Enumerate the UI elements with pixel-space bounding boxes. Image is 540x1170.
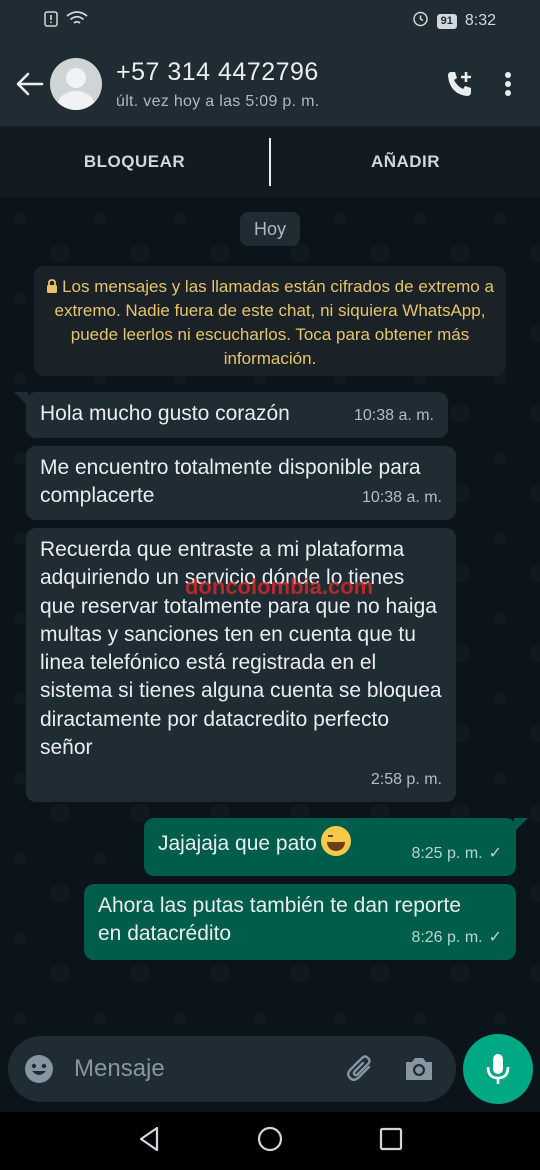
contact-info[interactable]: +57 314 4472796 últ. vez hoy a las 5:09 … xyxy=(116,58,436,111)
status-bar: 91 8:32 xyxy=(0,0,540,42)
nav-back-icon[interactable] xyxy=(137,1126,161,1157)
message-time: 8:25 p. m. ✓ xyxy=(411,844,502,862)
microphone-icon xyxy=(486,1054,510,1084)
emoji-icon[interactable] xyxy=(16,1046,62,1092)
chat-area[interactable]: Hoy Los mensajes y las llamadas están ci… xyxy=(0,198,540,1028)
message-bubble-incoming[interactable]: Me encuentro totalmente disponible para … xyxy=(26,446,456,520)
grinning-sweat-emoji xyxy=(320,826,351,856)
message-bubble-outgoing[interactable]: Jajajaja que pato 8:25 p. m. ✓ xyxy=(144,818,516,876)
back-arrow-icon[interactable] xyxy=(6,60,54,108)
encryption-text: Los mensajes y las llamadas están cifrad… xyxy=(54,277,494,368)
chat-header: +57 314 4472796 últ. vez hoy a las 5:09 … xyxy=(0,42,540,126)
delivered-check-icon: ✓ xyxy=(488,928,502,946)
message-input[interactable]: Mensaje xyxy=(74,1055,338,1083)
block-button[interactable]: BLOQUEAR xyxy=(0,152,269,172)
system-nav-bar xyxy=(0,1112,540,1170)
encryption-notice[interactable]: Los mensajes y las llamadas están cifrad… xyxy=(34,266,506,376)
battery-icon: 91 xyxy=(436,13,457,29)
nav-home-icon[interactable] xyxy=(256,1125,284,1158)
message-time: 8:26 p. m. ✓ xyxy=(411,928,502,946)
add-contact-button[interactable]: AÑADIR xyxy=(271,152,540,172)
bubble-tail xyxy=(514,818,528,832)
message-composer: Mensaje xyxy=(8,1036,456,1102)
alarm-icon xyxy=(412,10,429,32)
add-call-icon[interactable] xyxy=(436,60,484,108)
camera-icon[interactable] xyxy=(396,1046,442,1092)
last-seen: últ. vez hoy a las 5:09 p. m. xyxy=(116,92,320,110)
unknown-contact-actions: BLOQUEAR AÑADIR xyxy=(0,126,540,198)
status-time: 8:32 xyxy=(464,12,496,29)
message-time: 10:38 a. m. xyxy=(361,488,442,506)
avatar[interactable] xyxy=(50,58,102,110)
sim-alert-icon xyxy=(44,10,58,32)
watermark: doncolombia.com xyxy=(185,574,374,599)
message-bubble-outgoing[interactable]: Ahora las putas también te dan reporte e… xyxy=(84,884,516,960)
message-bubble-incoming[interactable]: Recuerda que entraste a mi plataforma ad… xyxy=(26,528,456,802)
contact-title: +57 314 4472796 xyxy=(116,57,319,86)
date-chip: Hoy xyxy=(240,212,300,246)
message-text: Recuerda que entraste a mi plataforma ad… xyxy=(40,538,442,760)
mic-button[interactable] xyxy=(463,1034,533,1104)
attach-icon[interactable] xyxy=(338,1046,384,1092)
message-bubble-incoming[interactable]: Hola mucho gusto corazón 10:38 a. m. xyxy=(26,392,448,438)
message-time: 2:58 p. m. xyxy=(370,770,442,788)
nav-recents-icon[interactable] xyxy=(379,1127,403,1156)
more-options-icon[interactable] xyxy=(484,60,532,108)
lock-icon xyxy=(47,279,58,293)
message-time: 10:38 a. m. xyxy=(353,406,434,424)
delivered-check-icon: ✓ xyxy=(488,844,502,862)
wifi-icon xyxy=(66,10,88,32)
